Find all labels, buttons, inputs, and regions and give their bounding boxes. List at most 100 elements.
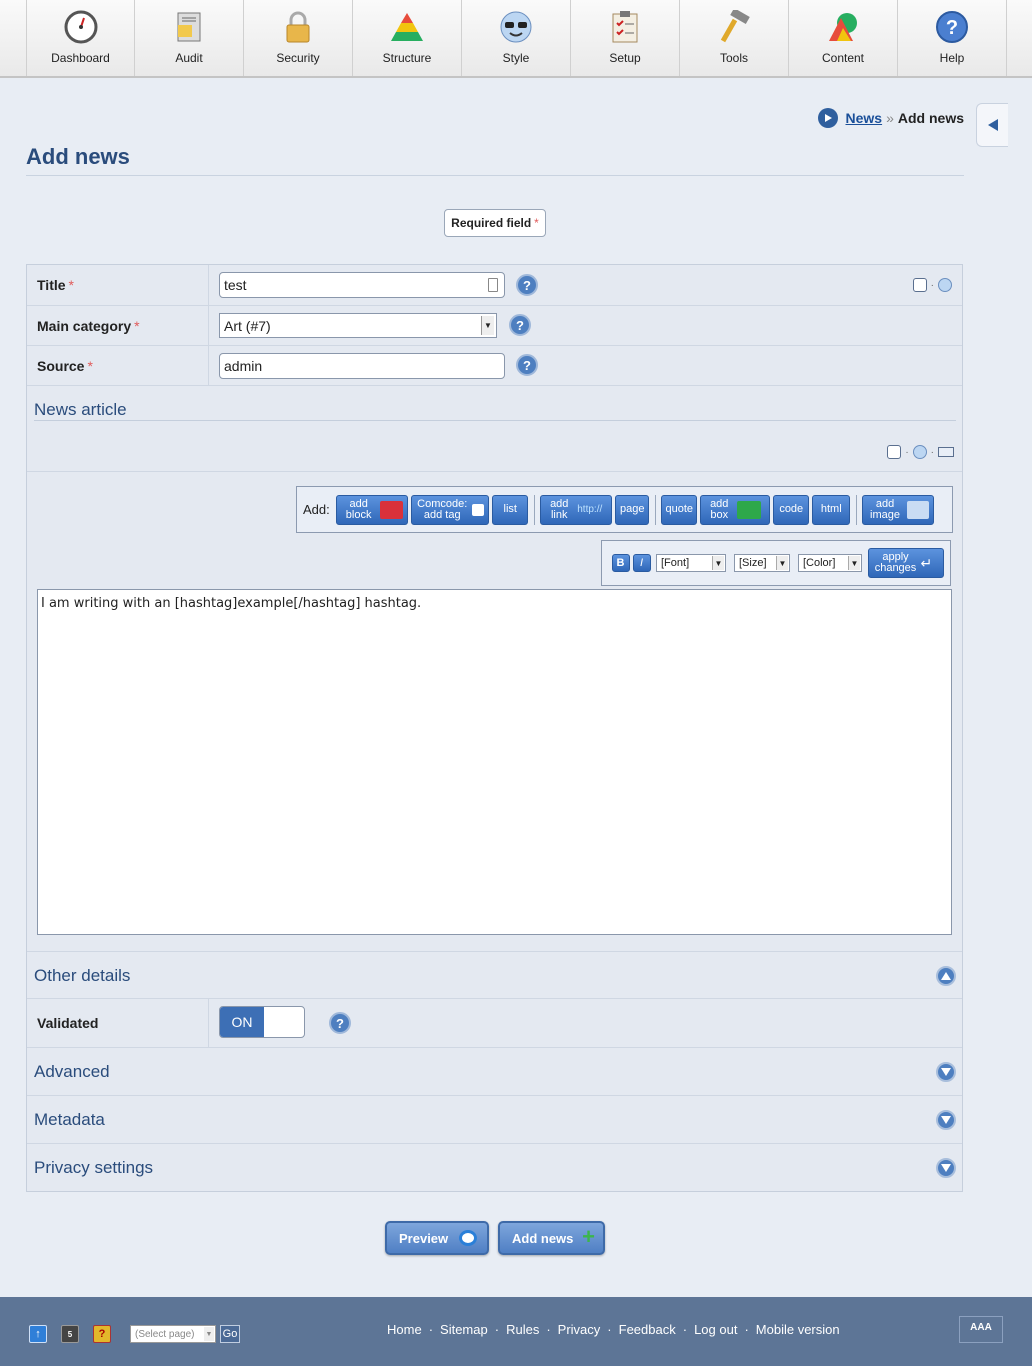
color-select[interactable]: [Color] ▼ — [798, 554, 862, 572]
source-input[interactable]: admin — [219, 353, 505, 379]
padlock-icon — [280, 9, 316, 45]
metadata-section[interactable]: Metadata — [27, 1096, 962, 1144]
collapse-up-icon[interactable] — [936, 966, 956, 986]
add-box-button[interactable]: add box — [700, 494, 771, 525]
back-to-top-icon[interactable]: ↑ — [29, 1325, 47, 1343]
page-jump-select[interactable]: (Select page) ▼ — [130, 1325, 216, 1343]
add-news-form: Title * test ? · Main category * Art (#7) … — [26, 264, 963, 1192]
nav-dashboard[interactable]: Dashboard — [26, 0, 135, 76]
footer-link-sitemap[interactable]: Sitemap — [440, 1322, 488, 1337]
svg-text:?: ? — [946, 17, 958, 39]
sunglasses-face-icon — [498, 9, 534, 45]
source-row: Source * admin ? — [27, 346, 962, 386]
other-details-section[interactable]: Other details — [27, 951, 962, 999]
news-article-textarea[interactable]: I am writing with an [hashtag]example[/h… — [37, 589, 952, 935]
advanced-heading: Advanced — [34, 1062, 110, 1081]
breadcrumb-separator: » — [886, 110, 894, 126]
expand-down-icon[interactable] — [936, 1158, 956, 1178]
main-category-help-icon[interactable]: ? — [509, 314, 531, 336]
expand-editor-icon[interactable] — [938, 447, 954, 457]
html-button[interactable]: html — [812, 494, 851, 525]
page-button[interactable]: page — [615, 494, 650, 525]
nav-label: Content — [821, 51, 865, 65]
comcode-add-tag-button[interactable]: Comcode: add tag — [411, 494, 490, 525]
font-size-switcher[interactable]: AAA — [959, 1316, 1003, 1343]
footer-link-logout[interactable]: Log out — [694, 1322, 737, 1337]
breadcrumb: News » Add news — [817, 108, 964, 128]
main-category-select[interactable]: Art (#7) ▼ — [219, 313, 497, 338]
footer-link-mobile[interactable]: Mobile version — [756, 1322, 840, 1337]
validated-row: Validated ON ? — [27, 999, 962, 1048]
nav-label: Audit — [175, 51, 203, 65]
add-block-button[interactable]: add block — [336, 494, 409, 525]
breadcrumb-link-news[interactable]: News — [846, 110, 883, 126]
news-article-heading: News article — [34, 400, 127, 419]
go-button[interactable]: Go — [220, 1325, 240, 1343]
add-toolbar-label: Add: — [303, 502, 330, 517]
add-news-button[interactable]: Add news + — [498, 1221, 605, 1255]
footer-link-home[interactable]: Home — [387, 1322, 422, 1337]
list-button[interactable]: list — [492, 494, 529, 525]
preview-button[interactable]: Preview — [385, 1221, 489, 1255]
comcode-add-toolbar: Add: add block Comcode: add tag list add… — [296, 486, 953, 533]
nav-label: Tools — [719, 51, 748, 65]
nav-setup[interactable]: Setup — [571, 0, 680, 76]
required-field-label: Required field — [451, 216, 532, 230]
add-link-button[interactable]: add link http:// — [540, 494, 613, 525]
validated-help-icon[interactable]: ? — [329, 1012, 351, 1034]
font-select[interactable]: [Font] ▼ — [656, 554, 726, 572]
italic-button[interactable]: I — [632, 554, 651, 572]
comcode-mode-icon[interactable] — [912, 278, 927, 292]
nav-label: Style — [502, 51, 530, 65]
chevron-down-icon: ▼ — [481, 316, 494, 335]
source-help-icon[interactable]: ? — [516, 354, 538, 376]
nav-structure[interactable]: Structure — [353, 0, 462, 76]
validated-toggle[interactable]: ON — [219, 1006, 305, 1038]
privacy-settings-heading: Privacy settings — [34, 1158, 154, 1177]
comcode-mode-icon[interactable] — [887, 445, 902, 459]
page-title: Add news — [26, 144, 130, 169]
advanced-section[interactable]: Advanced — [27, 1048, 962, 1096]
dashboard-gauge-icon — [63, 9, 99, 45]
source-label: Source * — [27, 346, 209, 385]
size-select[interactable]: [Size] ▼ — [734, 554, 790, 572]
nav-label: Setup — [609, 51, 641, 65]
nav-label: Dashboard — [51, 51, 110, 65]
nav-audit[interactable]: Audit — [135, 0, 244, 76]
footer-link-feedback[interactable]: Feedback — [619, 1322, 676, 1337]
apply-changes-button[interactable]: apply changes ↵ — [867, 548, 944, 578]
nav-label: Security — [276, 51, 320, 65]
expand-down-icon[interactable] — [936, 1110, 956, 1130]
expand-down-icon[interactable] — [936, 1062, 956, 1082]
title-help-icon[interactable]: ? — [516, 274, 538, 296]
title-input[interactable]: test — [219, 272, 505, 298]
add-image-button[interactable]: add image — [862, 494, 935, 525]
footer: ↑ 5 ? (Select page) ▼ Go Home · Sitemap … — [0, 1297, 1032, 1366]
nav-help[interactable]: ? Help — [898, 0, 1007, 76]
help-question-icon[interactable]: ? — [93, 1325, 111, 1343]
nav-content[interactable]: Content — [789, 0, 898, 76]
code-button[interactable]: code — [773, 494, 810, 525]
validated-label: Validated — [27, 999, 209, 1047]
top-navigation: Dashboard Audit Security Structure Style… — [0, 0, 1032, 78]
quote-button[interactable]: quote — [661, 494, 698, 525]
privacy-settings-section[interactable]: Privacy settings — [27, 1144, 962, 1191]
wysiwyg-mode-icon[interactable] — [938, 278, 952, 292]
nav-security[interactable]: Security — [244, 0, 353, 76]
main-category-row: Main category * Art (#7) ▼ ? — [27, 306, 962, 346]
footer-link-rules[interactable]: Rules — [506, 1322, 539, 1337]
nav-tools[interactable]: Tools — [680, 0, 789, 76]
nav-style[interactable]: Style — [462, 0, 571, 76]
footer-link-privacy[interactable]: Privacy — [558, 1322, 601, 1337]
shapes-icon — [825, 9, 861, 45]
divider — [34, 420, 956, 421]
bold-button[interactable]: B — [611, 554, 630, 572]
eye-icon — [459, 1230, 477, 1246]
divider — [26, 175, 964, 176]
sidebar-toggle-button[interactable] — [976, 103, 1008, 147]
wysiwyg-mode-icon[interactable] — [912, 445, 927, 459]
html5-icon[interactable]: 5 — [61, 1325, 79, 1343]
chevron-down-icon: ▼ — [776, 556, 788, 570]
comcode-format-toolbar: B I [Font] ▼ [Size] ▼ [Color] ▼ apply chang… — [601, 540, 951, 586]
divider — [533, 494, 535, 525]
